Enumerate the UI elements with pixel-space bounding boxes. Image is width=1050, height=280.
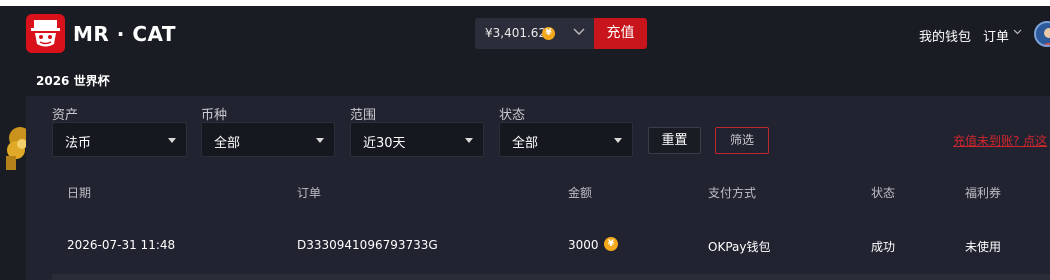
subnav-world-cup[interactable]: 2026 世界杯 <box>36 72 110 89</box>
row-coupon: 未使用 <box>965 240 1002 254</box>
range-select-value: 近30天 <box>363 136 406 151</box>
status-select-value: 全部 <box>512 136 539 151</box>
row-order-id[interactable]: D3330941096793733G <box>297 238 438 252</box>
asset-select[interactable]: 法币 <box>52 122 187 157</box>
caret-down-icon <box>614 138 622 143</box>
brand-logo-icon[interactable] <box>26 14 65 53</box>
user-avatar[interactable] <box>1034 21 1050 47</box>
filter-label-asset: 资产 <box>52 108 79 123</box>
chevron-down-icon[interactable] <box>1013 29 1022 35</box>
coin-icon: ¥ <box>542 27 555 40</box>
caret-down-icon <box>316 138 324 143</box>
caret-down-icon <box>465 138 473 143</box>
nav-my-wallet[interactable]: 我的钱包 <box>919 26 971 45</box>
caret-down-icon <box>168 138 176 143</box>
brand-name[interactable]: MR · CAT <box>73 22 176 46</box>
row-amount: 3000 <box>568 238 599 252</box>
table-header-payment-method: 支付方式 <box>708 186 757 200</box>
nav-orders[interactable]: 订单 <box>983 26 1009 45</box>
filter-label-currency: 币种 <box>201 108 228 123</box>
asset-select-value: 法币 <box>65 136 92 151</box>
coin-icon: ¥ <box>604 237 618 251</box>
range-select[interactable]: 近30天 <box>350 122 484 157</box>
table-header-amount: 金额 <box>568 186 593 200</box>
currency-select-value: 全部 <box>214 136 241 151</box>
row-date: 2026-07-31 11:48 <box>67 238 176 252</box>
wallet-balance: ¥3,401.62 <box>485 26 547 40</box>
sub-navigation: 2026 世界杯 <box>0 64 1050 96</box>
chevron-down-icon <box>573 28 585 35</box>
reset-button[interactable]: 重置 <box>648 127 701 154</box>
charge-button[interactable]: 充值 <box>594 18 647 49</box>
wallet-balance-dropdown[interactable]: ¥3,401.62 ¥ <box>475 18 595 49</box>
status-select[interactable]: 全部 <box>499 122 633 157</box>
filter-label-status: 状态 <box>499 108 526 123</box>
top-header: MR · CAT ¥3,401.62 ¥ 充值 我的钱包 订单 <box>0 6 1050 64</box>
filter-button[interactable]: 筛选 <box>715 127 769 154</box>
table-header-coupon: 福利券 <box>965 186 1002 200</box>
table-header-status: 状态 <box>871 186 896 200</box>
decorative-trophy-image <box>0 96 26 280</box>
table-row-divider <box>52 274 1050 280</box>
row-status: 成功 <box>871 240 896 254</box>
unpaid-help-link[interactable]: 充值未到账? 点这 <box>953 132 1047 149</box>
filter-label-range: 范围 <box>350 108 377 123</box>
table-header-order: 订单 <box>297 186 322 200</box>
currency-select[interactable]: 全部 <box>201 122 335 157</box>
table-header-date: 日期 <box>67 186 92 200</box>
row-payment-method: OKPay钱包 <box>708 240 771 254</box>
